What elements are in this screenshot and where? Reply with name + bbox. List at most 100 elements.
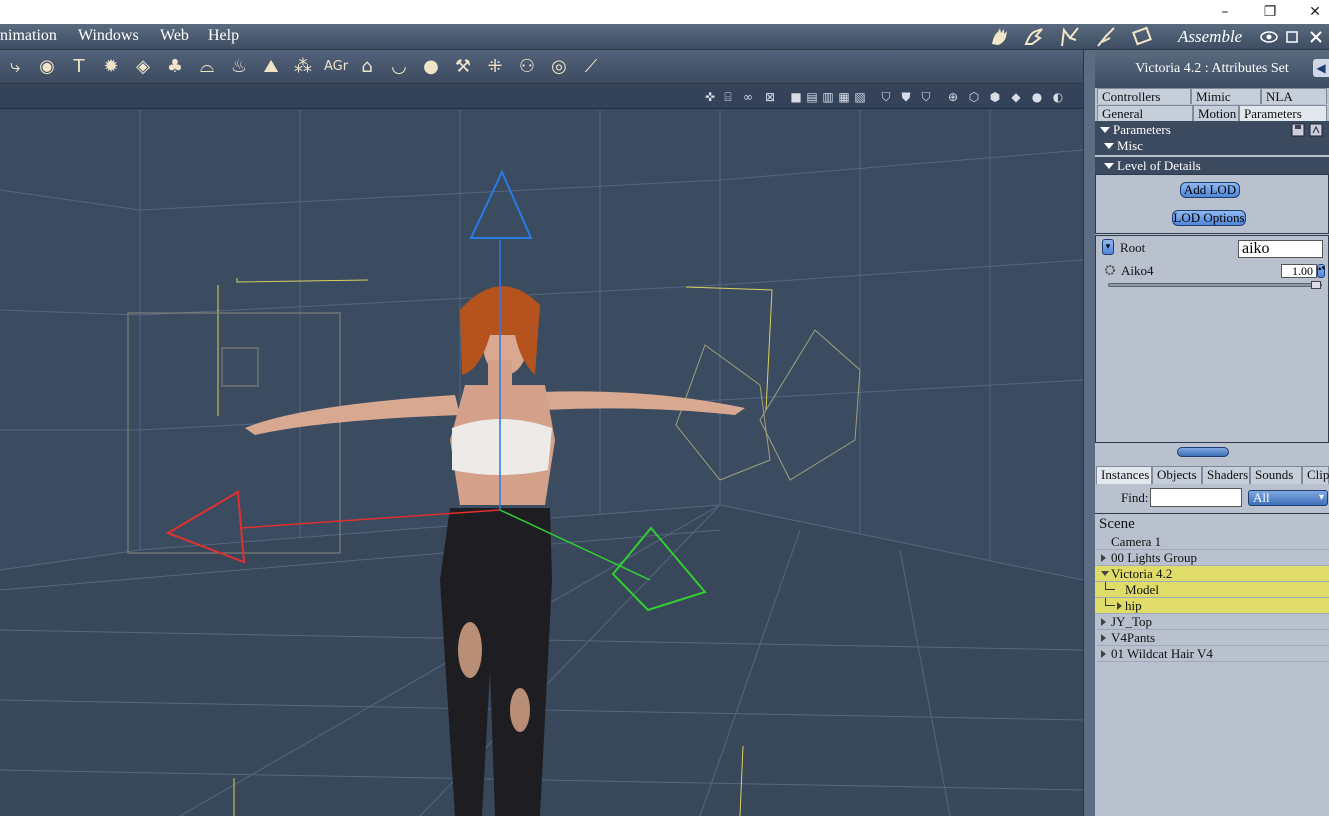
tree-row-label: hip bbox=[1125, 598, 1142, 613]
filter-select[interactable]: All ▾ bbox=[1248, 490, 1328, 506]
tab-parameters[interactable]: Parameters bbox=[1239, 105, 1327, 121]
maximize-panel-icon[interactable] bbox=[1286, 31, 1298, 43]
close-button[interactable]: ✕ bbox=[1300, 2, 1329, 22]
pose-room-icon[interactable] bbox=[1058, 26, 1082, 48]
lod-box: Add LOD LOD Options bbox=[1095, 174, 1329, 234]
tab-clips[interactable]: Clips bbox=[1302, 466, 1329, 484]
tree-tool-icon[interactable]: ♣ bbox=[162, 55, 188, 79]
root-dropdown-icon[interactable]: ▾ bbox=[1102, 239, 1114, 255]
single-view-icon[interactable]: ■ bbox=[788, 89, 804, 105]
people-tool-icon[interactable]: ⚇ bbox=[514, 55, 540, 79]
camera-icon[interactable]: ⌸ bbox=[720, 89, 736, 105]
minimize-button[interactable]: – bbox=[1210, 2, 1240, 22]
tab-controllers[interactable]: Controllers bbox=[1097, 88, 1191, 104]
bend-tool-icon[interactable]: ⤷ bbox=[2, 55, 28, 79]
hat-tool-icon[interactable]: ⌓ bbox=[194, 55, 220, 79]
menu-help[interactable]: Help bbox=[208, 27, 239, 45]
save-icon[interactable] bbox=[1291, 123, 1305, 137]
expand-arrow-icon[interactable] bbox=[1101, 618, 1106, 626]
tree-row[interactable]: Camera 1 bbox=[1095, 534, 1329, 550]
section-lod[interactable]: Level of Details bbox=[1095, 157, 1329, 175]
solid-cube-icon[interactable]: ◆ bbox=[1008, 89, 1024, 105]
3d-viewport[interactable] bbox=[0, 110, 1083, 816]
text-tool-icon[interactable]: T bbox=[66, 55, 92, 79]
bone-tool-icon[interactable]: ⟋ bbox=[578, 55, 604, 79]
hand-room-icon[interactable] bbox=[988, 26, 1012, 48]
tree-row[interactable]: Model bbox=[1095, 582, 1329, 598]
particles-tool-icon[interactable]: ⁜ bbox=[482, 55, 508, 79]
agr-tool-icon[interactable]: AGr bbox=[322, 55, 350, 79]
load-icon[interactable] bbox=[1309, 123, 1323, 137]
tree-row[interactable]: 00 Lights Group bbox=[1095, 550, 1329, 566]
hidden-line-icon[interactable]: ⬢ bbox=[987, 89, 1003, 105]
tree-row[interactable]: hip bbox=[1095, 598, 1329, 614]
shield-solid-icon[interactable]: ⛊ bbox=[898, 89, 914, 105]
setup-room-icon[interactable] bbox=[1130, 26, 1154, 48]
texture-shade-icon[interactable]: ◐ bbox=[1050, 89, 1066, 105]
tab-mimic[interactable]: Mimic bbox=[1191, 88, 1261, 104]
tab-objects[interactable]: Objects bbox=[1152, 466, 1202, 484]
tab-motion[interactable]: Motion bbox=[1193, 105, 1239, 121]
tab-shaders[interactable]: Shaders bbox=[1202, 466, 1250, 484]
tab-nla[interactable]: NLA bbox=[1261, 88, 1327, 104]
tree-row[interactable]: V4Pants bbox=[1095, 630, 1329, 646]
three-view-icon[interactable]: ▥ bbox=[820, 89, 836, 105]
slider-thumb[interactable] bbox=[1311, 281, 1321, 289]
glasses-icon[interactable]: ∞ bbox=[740, 89, 756, 105]
custom-view-icon[interactable]: ▧ bbox=[852, 89, 868, 105]
tree-row[interactable]: JY_Top bbox=[1095, 614, 1329, 630]
panel-divider-handle[interactable] bbox=[1177, 447, 1229, 457]
restore-button[interactable]: ❐ bbox=[1255, 2, 1285, 22]
two-view-icon[interactable]: ▤ bbox=[804, 89, 820, 105]
expand-arrow-icon[interactable] bbox=[1117, 602, 1122, 610]
lod-options-button[interactable]: LOD Options bbox=[1172, 210, 1246, 226]
terrain-tool-icon[interactable]: ⛰ bbox=[258, 55, 284, 79]
menu-animation[interactable]: nimation bbox=[0, 27, 57, 45]
menu-windows[interactable]: Windows bbox=[78, 27, 139, 45]
tab-general[interactable]: General bbox=[1097, 105, 1193, 121]
eye-icon[interactable] bbox=[1260, 30, 1278, 44]
bounding-icon[interactable]: ⊕ bbox=[945, 89, 961, 105]
material-room-icon[interactable] bbox=[1094, 26, 1118, 48]
morph-slider[interactable] bbox=[1108, 281, 1322, 289]
grid-toggle-icon[interactable]: ⊠ bbox=[762, 89, 778, 105]
gear-tool-icon[interactable]: ✹ bbox=[98, 55, 124, 79]
spinner-icon[interactable]: ▴▾ bbox=[1317, 264, 1325, 278]
menu-web[interactable]: Web bbox=[160, 27, 189, 45]
panel-splitter[interactable] bbox=[1083, 50, 1095, 816]
tree-row-label: Model bbox=[1125, 582, 1159, 597]
tree-row-label: Camera 1 bbox=[1111, 534, 1162, 549]
collapse-arrow-icon[interactable] bbox=[1101, 571, 1109, 576]
tree-row[interactable]: Victoria 4.2 bbox=[1095, 566, 1329, 582]
tab-sounds[interactable]: Sounds bbox=[1250, 466, 1302, 484]
expand-arrow-icon[interactable] bbox=[1101, 650, 1106, 658]
four-view-icon[interactable]: ▦ bbox=[836, 89, 852, 105]
walk-icon[interactable]: ✜ bbox=[702, 89, 718, 105]
flame-tool-icon[interactable]: ♨ bbox=[226, 55, 252, 79]
wire-cube-icon[interactable]: ⬡ bbox=[966, 89, 982, 105]
eye-target-icon[interactable]: ◉ bbox=[34, 55, 60, 79]
stone-tool-icon[interactable]: ● bbox=[418, 55, 444, 79]
shield-outline-icon[interactable]: ⛉ bbox=[918, 89, 934, 105]
shield-view-icon[interactable]: ⛉ bbox=[878, 89, 894, 105]
morph-label: Aiko4 bbox=[1121, 263, 1154, 278]
section-misc[interactable]: Misc bbox=[1095, 137, 1329, 155]
face-room-icon[interactable] bbox=[1022, 26, 1046, 48]
morph-value-field[interactable]: 1.00 bbox=[1281, 264, 1317, 278]
smooth-shade-icon[interactable]: ● bbox=[1029, 89, 1045, 105]
grass-tool-icon[interactable]: ⁂ bbox=[290, 55, 316, 79]
root-name-field[interactable]: aiko bbox=[1238, 240, 1323, 258]
close-panel-icon[interactable] bbox=[1310, 31, 1322, 43]
house-tool-icon[interactable]: ⌂ bbox=[354, 55, 380, 79]
tree-row[interactable]: 01 Wildcat Hair V4 bbox=[1095, 646, 1329, 662]
add-lod-button[interactable]: Add LOD bbox=[1180, 182, 1240, 198]
plane-tool-icon[interactable]: ◈ bbox=[130, 55, 156, 79]
tab-instances[interactable]: Instances bbox=[1096, 466, 1152, 484]
pin-arrow-icon[interactable]: ◀ bbox=[1313, 59, 1329, 77]
expand-arrow-icon[interactable] bbox=[1101, 634, 1106, 642]
hammer-tool-icon[interactable]: ⚒ bbox=[450, 55, 476, 79]
expand-arrow-icon[interactable] bbox=[1101, 554, 1106, 562]
target-tool-icon[interactable]: ◎ bbox=[546, 55, 572, 79]
find-input[interactable] bbox=[1150, 488, 1242, 507]
bowl-tool-icon[interactable]: ◡ bbox=[386, 55, 412, 79]
